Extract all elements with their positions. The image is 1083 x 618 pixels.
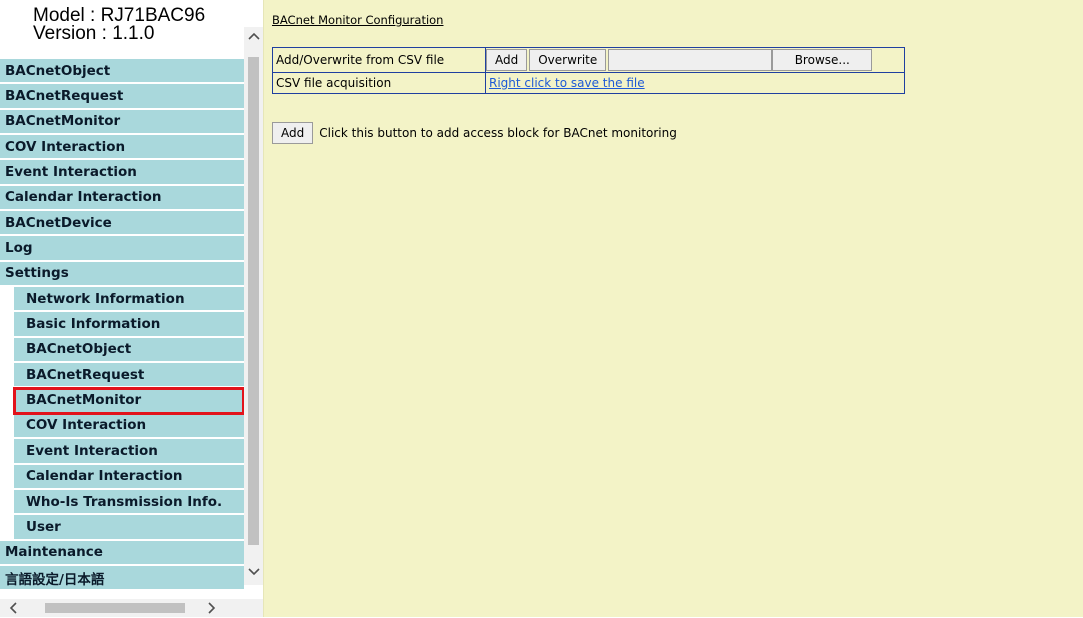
sidebar-item-bacnetdevice[interactable]: BACnetDevice: [0, 211, 244, 237]
settings-item-bacnetmonitor[interactable]: BACnetMonitor: [13, 387, 244, 415]
sidebar-item-calendar-interaction[interactable]: Calendar Interaction: [0, 185, 244, 212]
settings-item-event-interaction[interactable]: Event Interaction: [14, 439, 244, 465]
vertical-scrollbar[interactable]: [244, 27, 263, 585]
content-frame: BACnet Monitor Configuration Add/Overwri…: [263, 0, 1083, 617]
horizontal-scroll-thumb[interactable]: [45, 603, 185, 613]
settings-item-user[interactable]: User: [14, 515, 244, 541]
settings-item-calendar-interaction[interactable]: Calendar Interaction: [14, 464, 244, 490]
settings-item-who-is-transmission-info[interactable]: Who-Is Transmission Info.: [14, 489, 244, 516]
csv-acquisition-label: CSV file acquisition: [272, 72, 486, 94]
page-title: BACnet Monitor Configuration: [272, 13, 444, 27]
chevron-down-icon[interactable]: [244, 563, 263, 581]
sidebar-item-cov-interaction[interactable]: COV Interaction: [0, 135, 244, 161]
csv-file-path-field[interactable]: [608, 49, 773, 71]
add-access-block-button[interactable]: Add: [272, 122, 314, 144]
sidebar-item-settings[interactable]: Settings: [0, 261, 244, 288]
add-access-block-description: Click this button to add access block fo…: [319, 126, 677, 140]
browse-button[interactable]: Browse...: [772, 49, 873, 71]
sidebar-item-bacnetmonitor[interactable]: BACnetMonitor: [0, 109, 244, 136]
settings-item-network-information[interactable]: Network Information: [14, 287, 244, 313]
csv-table: Add/Overwrite from CSV file Add Overwrit…: [272, 47, 905, 94]
horizontal-scrollbar[interactable]: [0, 599, 263, 617]
sidebar-item-language-setting[interactable]: 言語設定/日本語: [0, 565, 244, 592]
device-info: Model : RJ71BAC96 Version : 1.1.0: [33, 6, 205, 44]
chevron-right-icon[interactable]: [203, 599, 221, 617]
settings-item-basic-information[interactable]: Basic Information: [14, 312, 244, 338]
sidebar-item-bacnetrequest[interactable]: BACnetRequest: [0, 84, 244, 110]
csv-import-row: Add/Overwrite from CSV file Add Overwrit…: [272, 47, 905, 73]
settings-item-cov-interaction[interactable]: COV Interaction: [14, 413, 244, 440]
chevron-up-icon[interactable]: [244, 27, 263, 45]
version-label: Version : 1.1.0: [33, 23, 155, 44]
navigation-menu: BACnetObject BACnetRequest BACnetMonitor…: [0, 59, 244, 599]
csv-overwrite-button[interactable]: Overwrite: [529, 49, 607, 71]
sidebar-item-event-interaction[interactable]: Event Interaction: [0, 160, 244, 186]
vertical-scroll-thumb[interactable]: [248, 57, 259, 545]
settings-item-bacnetrequest[interactable]: BACnetRequest: [14, 363, 244, 389]
csv-save-link[interactable]: Right click to save the file: [489, 76, 645, 90]
csv-add-button[interactable]: Add: [486, 49, 528, 71]
settings-item-bacnetobject[interactable]: BACnetObject: [14, 337, 244, 364]
sidebar-item-log[interactable]: Log: [0, 236, 244, 262]
csv-import-label: Add/Overwrite from CSV file: [272, 47, 486, 73]
sidebar-item-maintenance[interactable]: Maintenance: [0, 540, 244, 566]
navigation-frame: Model : RJ71BAC96 Version : 1.1.0 BACnet…: [0, 0, 263, 617]
add-access-block-section: Add Click this button to add access bloc…: [272, 122, 677, 144]
csv-import-controls: Add Overwrite Browse...: [485, 47, 905, 73]
csv-acquisition-row: CSV file acquisition Right click to save…: [272, 72, 905, 94]
csv-acquisition-cell: Right click to save the file: [485, 72, 905, 94]
chevron-left-icon[interactable]: [4, 599, 22, 617]
sidebar-item-bacnetobject[interactable]: BACnetObject: [0, 59, 244, 85]
